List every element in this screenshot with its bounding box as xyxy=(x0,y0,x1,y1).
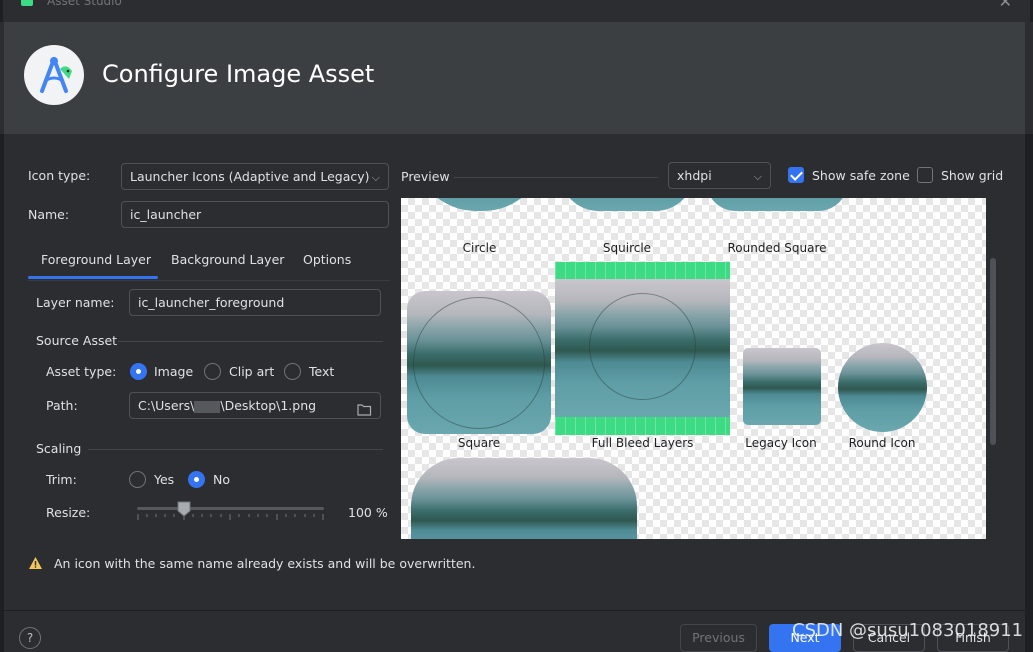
safe-zone-circle xyxy=(589,293,696,400)
asset-type-image-radio[interactable] xyxy=(130,363,147,380)
watermark-text: CSDN @susu1083018911 xyxy=(792,620,1024,641)
circle-caption: Circle xyxy=(462,241,497,255)
path-value-prefix: C:\Users\ xyxy=(138,398,195,413)
square-preview-image xyxy=(407,291,551,434)
tab-background-layer[interactable]: Background Layer xyxy=(171,252,284,267)
close-icon[interactable]: ✕ xyxy=(999,0,1012,11)
wizard-header: Configure Image Asset xyxy=(4,22,1025,134)
legacy-icon-caption: Legacy Icon xyxy=(745,436,817,450)
preview-label: Preview xyxy=(401,169,450,184)
android-studio-icon xyxy=(21,0,33,6)
density-select[interactable]: xhdpi ⌵ xyxy=(668,162,771,189)
resize-label: Resize: xyxy=(46,505,91,520)
android-studio-logo-icon xyxy=(24,45,84,105)
redacted-username xyxy=(194,400,221,413)
trim-yes-radio[interactable] xyxy=(129,471,146,488)
large-preview-image xyxy=(411,458,637,539)
round-icon-caption: Round Icon xyxy=(848,436,916,450)
scaling-heading: Scaling xyxy=(36,441,82,456)
full-bleed-preview-image xyxy=(555,279,730,417)
asset-type-text-label: Text xyxy=(309,364,335,379)
window-border-right xyxy=(1025,134,1033,652)
warning-text: An icon with the same name already exist… xyxy=(54,556,476,571)
folder-icon[interactable] xyxy=(357,399,372,424)
show-safe-zone-checkbox[interactable] xyxy=(788,167,804,183)
density-value: xhdpi xyxy=(677,168,712,183)
name-label: Name: xyxy=(28,207,70,222)
preview-divider xyxy=(454,177,658,178)
scaling-divider xyxy=(88,449,383,450)
asset-type-text-radio[interactable] xyxy=(284,363,301,380)
square-caption: Square xyxy=(457,436,501,450)
resize-slider-thumb[interactable] xyxy=(177,501,191,517)
help-button[interactable]: ? xyxy=(19,627,41,649)
legacy-icon-preview-image xyxy=(743,348,821,425)
path-label: Path: xyxy=(46,398,78,413)
trim-no-label: No xyxy=(213,472,230,487)
rounded-square-caption: Rounded Square xyxy=(727,241,827,255)
chevron-down-icon: ⌵ xyxy=(753,170,762,183)
tab-foreground-layer[interactable]: Foreground Layer xyxy=(41,252,151,267)
path-value-suffix: \Desktop\1.png xyxy=(220,398,317,413)
layer-name-label: Layer name: xyxy=(36,295,115,310)
source-asset-heading: Source Asset xyxy=(36,333,118,348)
page-title: Configure Image Asset xyxy=(102,60,375,88)
show-safe-zone-label: Show safe zone xyxy=(812,168,910,183)
tabs-divider xyxy=(28,280,390,281)
asset-type-image-label: Image xyxy=(154,364,194,379)
circle-preview-image xyxy=(413,198,546,211)
warning-icon xyxy=(29,557,42,569)
preview-scrollbar[interactable] xyxy=(990,258,996,445)
icon-type-label: Icon type: xyxy=(28,168,91,183)
trim-yes-label: Yes xyxy=(154,472,175,487)
icon-type-value: Launcher Icons (Adaptive and Legacy) xyxy=(130,169,370,184)
chevron-down-icon: ⌵ xyxy=(371,171,380,184)
squircle-preview-image xyxy=(559,198,695,211)
full-bleed-caption: Full Bleed Layers xyxy=(591,436,694,450)
icon-type-select[interactable]: Launcher Icons (Adaptive and Legacy) ⌵ xyxy=(121,163,389,190)
name-field[interactable]: ic_launcher xyxy=(121,201,389,228)
round-icon-preview-image xyxy=(838,343,927,432)
squircle-caption: Squircle xyxy=(602,241,652,255)
resize-slider-ticks xyxy=(137,514,324,520)
show-grid-checkbox[interactable] xyxy=(917,167,933,183)
preview-canvas: Circle Squircle Rounded Square Square Fu… xyxy=(401,198,986,539)
source-asset-divider xyxy=(118,341,383,342)
window-border-left xyxy=(0,134,4,652)
layer-name-value: ic_launcher_foreground xyxy=(138,295,285,310)
asset-type-clipart-radio[interactable] xyxy=(204,363,221,380)
name-value: ic_launcher xyxy=(130,207,202,222)
window-title: Asset Studio xyxy=(47,0,122,8)
safe-zone-circle xyxy=(413,297,545,429)
resize-slider-track[interactable] xyxy=(137,507,324,510)
resize-value: 100 % xyxy=(348,505,388,520)
window-titlebar: Asset Studio ✕ xyxy=(0,0,1033,22)
show-grid-label: Show grid xyxy=(941,168,1004,183)
tab-options[interactable]: Options xyxy=(303,252,351,267)
trim-no-radio[interactable] xyxy=(188,471,205,488)
asset-type-label: Asset type: xyxy=(46,364,117,379)
previous-button[interactable]: Previous xyxy=(680,624,757,652)
layer-name-field[interactable]: ic_launcher_foreground xyxy=(129,289,381,316)
selected-tab-indicator xyxy=(28,276,158,279)
path-field[interactable]: C:\Users\ \Desktop\1.png xyxy=(129,392,381,419)
rounded-square-preview-image xyxy=(706,198,848,211)
trim-label: Trim: xyxy=(46,472,77,487)
asset-type-clipart-label: Clip art xyxy=(229,364,275,379)
